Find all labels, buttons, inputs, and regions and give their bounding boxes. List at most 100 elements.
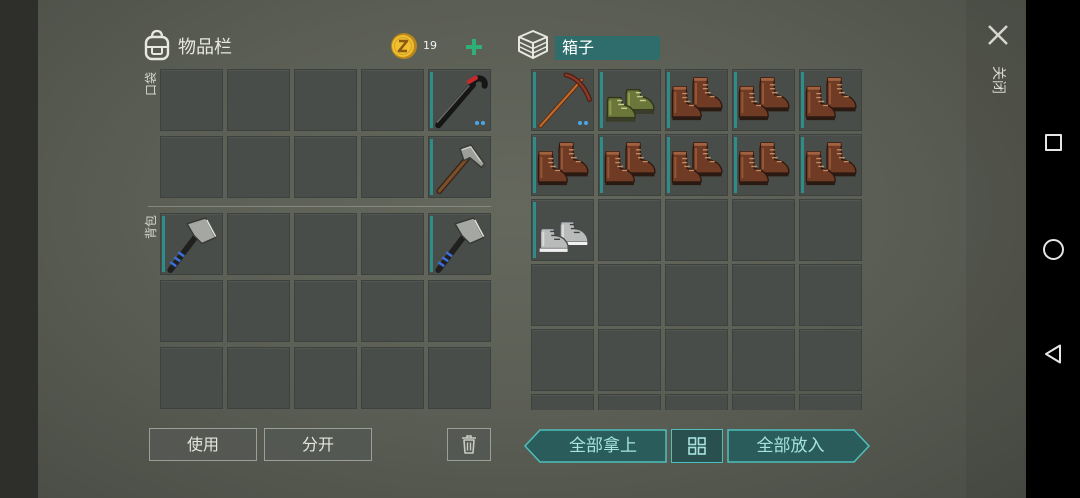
sneakers-icon[interactable]	[532, 200, 594, 261]
backpack-label: 背包	[144, 215, 158, 240]
trash-button[interactable]	[447, 428, 491, 461]
pocket-slot[interactable]	[361, 136, 424, 198]
pocket-slot[interactable]	[428, 136, 491, 198]
pocket-grid	[160, 69, 491, 198]
durability-dots	[578, 121, 588, 125]
box-slot[interactable]	[598, 134, 661, 196]
backpack-slot[interactable]	[294, 347, 357, 409]
put-all-button[interactable]: 全部放入	[727, 429, 870, 463]
pocket-slot[interactable]	[227, 136, 290, 198]
backpack-slot[interactable]	[227, 347, 290, 409]
box-slot[interactable]	[799, 329, 862, 391]
box-slot[interactable]	[531, 264, 594, 326]
box-slot[interactable]	[732, 69, 795, 131]
box-slot[interactable]	[531, 69, 594, 131]
durability-dot	[584, 121, 588, 125]
backpack-icon	[142, 29, 172, 61]
box-slot[interactable]	[799, 134, 862, 196]
box-title: 箱子	[555, 36, 660, 60]
backpack-slot[interactable]	[160, 347, 223, 409]
box-slot[interactable]	[799, 264, 862, 326]
pocket-slot[interactable]	[294, 69, 357, 131]
box-slot[interactable]	[598, 394, 661, 410]
backpack-slot[interactable]	[361, 347, 424, 409]
grid-icon	[688, 437, 706, 455]
backpack-slot[interactable]	[294, 280, 357, 342]
leather-boots-icon[interactable]	[666, 70, 728, 131]
axe-icon[interactable]	[161, 214, 223, 275]
backpack-slot[interactable]	[294, 213, 357, 275]
hammer-icon[interactable]	[429, 137, 491, 198]
plus-icon[interactable]	[466, 39, 482, 55]
leather-boots-icon[interactable]	[733, 135, 795, 196]
box-grid	[531, 69, 862, 410]
recent-apps-icon[interactable]	[1045, 134, 1062, 151]
leather-boots-icon[interactable]	[599, 135, 661, 196]
close-label[interactable]: 关闭	[990, 63, 1006, 97]
durability-dot	[481, 121, 485, 125]
home-icon[interactable]	[1043, 239, 1064, 260]
crate-icon	[516, 28, 550, 62]
durability-dot	[475, 121, 479, 125]
backpack-slot[interactable]	[227, 280, 290, 342]
box-slot[interactable]	[665, 134, 728, 196]
box-slot[interactable]	[732, 264, 795, 326]
box-slot[interactable]	[665, 69, 728, 131]
back-icon[interactable]	[1044, 344, 1062, 364]
box-slot[interactable]	[732, 199, 795, 261]
box-slot[interactable]	[732, 394, 795, 410]
use-button[interactable]: 使用	[149, 428, 257, 461]
backpack-slot[interactable]	[428, 347, 491, 409]
axe-icon[interactable]	[429, 214, 491, 275]
pocket-slot[interactable]	[294, 136, 357, 198]
backpack-slot[interactable]	[361, 280, 424, 342]
close-icon[interactable]	[987, 24, 1009, 46]
box-slot[interactable]	[598, 264, 661, 326]
trash-icon	[462, 435, 476, 454]
coin-icon	[390, 32, 418, 60]
leather-boots-icon[interactable]	[800, 135, 862, 196]
take-all-label: 全部拿上	[569, 436, 637, 456]
box-slot[interactable]	[531, 329, 594, 391]
backpack-slot[interactable]	[160, 280, 223, 342]
box-slot[interactable]	[665, 264, 728, 326]
green-boots-icon[interactable]	[599, 70, 661, 131]
leather-boots-icon[interactable]	[666, 135, 728, 196]
backpack-slot[interactable]	[361, 213, 424, 275]
backpack-slot[interactable]	[227, 213, 290, 275]
pocket-slot[interactable]	[361, 69, 424, 131]
box-slot[interactable]	[598, 69, 661, 131]
leather-boots-icon[interactable]	[532, 135, 594, 196]
backpack-slot[interactable]	[428, 213, 491, 275]
take-all-button[interactable]: 全部拿上	[524, 429, 667, 463]
box-slot[interactable]	[598, 329, 661, 391]
box-slot[interactable]	[665, 394, 728, 410]
box-slot[interactable]	[665, 329, 728, 391]
box-slot[interactable]	[732, 134, 795, 196]
leather-boots-icon[interactable]	[800, 70, 862, 131]
backpack-grid	[160, 213, 491, 409]
section-divider	[148, 206, 491, 207]
put-all-label: 全部放入	[756, 436, 825, 456]
box-slot[interactable]	[799, 394, 862, 410]
pocket-slot[interactable]	[227, 69, 290, 131]
box-slot[interactable]	[598, 199, 661, 261]
pocket-slot[interactable]	[160, 136, 223, 198]
box-slot[interactable]	[732, 329, 795, 391]
box-slot[interactable]	[531, 134, 594, 196]
durability-dots	[475, 121, 485, 125]
backpack-slot[interactable]	[428, 280, 491, 342]
layout-toggle-button[interactable]	[671, 429, 723, 463]
split-button[interactable]: 分开	[264, 428, 372, 461]
box-slot[interactable]	[799, 69, 862, 131]
box-slot[interactable]	[799, 199, 862, 261]
leather-boots-icon[interactable]	[733, 70, 795, 131]
box-slot[interactable]	[665, 199, 728, 261]
pocket-slot[interactable]	[428, 69, 491, 131]
inventory-title: 物品栏	[178, 37, 232, 58]
box-slot[interactable]	[531, 199, 594, 261]
box-slot[interactable]	[531, 394, 594, 410]
pocket-slot[interactable]	[160, 69, 223, 131]
pocket-label: 口袋	[144, 72, 158, 97]
backpack-slot[interactable]	[160, 213, 223, 275]
